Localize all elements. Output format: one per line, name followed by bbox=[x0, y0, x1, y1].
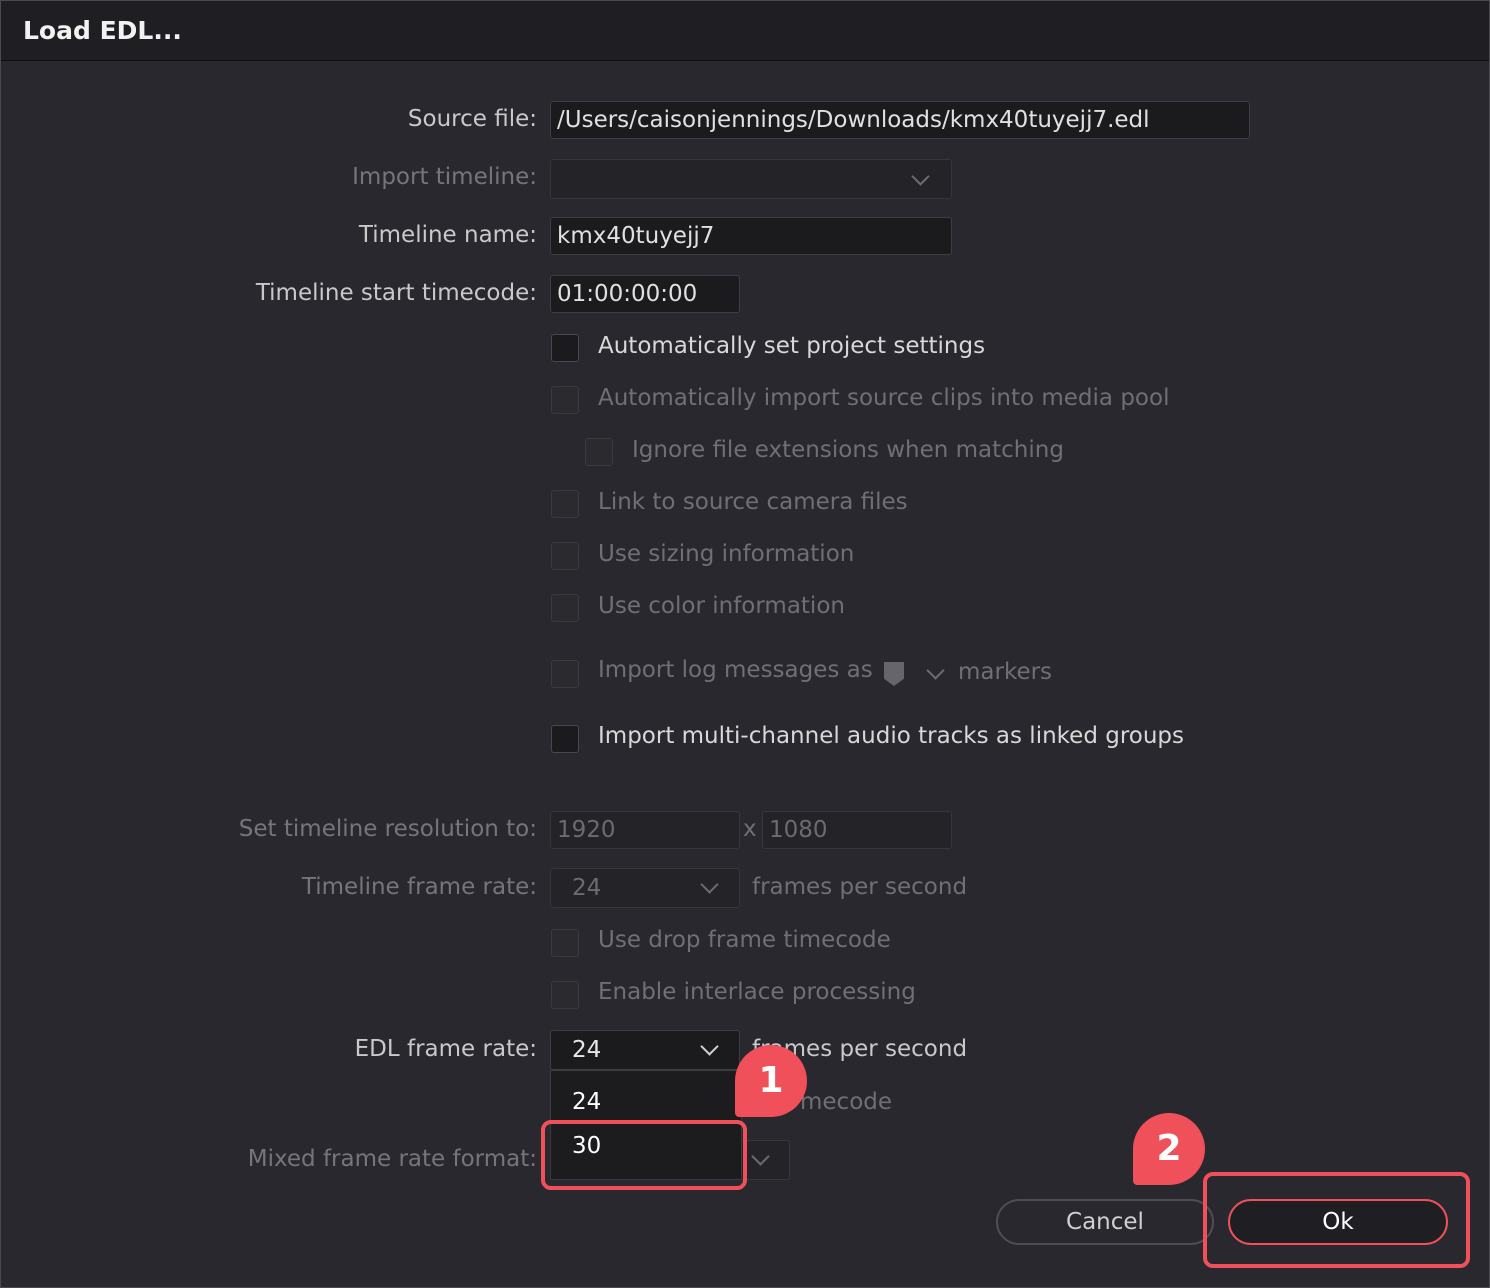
resolution-width-field[interactable]: 1920 bbox=[550, 811, 740, 849]
multichannel-audio-checkbox[interactable] bbox=[551, 725, 579, 753]
drop-frame-checkbox[interactable] bbox=[551, 929, 579, 957]
auto-import-clips-label: Automatically import source clips into m… bbox=[598, 385, 1170, 411]
source-file-field[interactable]: /Users/caisonjennings/Downloads/kmx40tuy… bbox=[550, 101, 1250, 139]
mixed-frame-rate-label: Mixed frame rate format: bbox=[247, 1146, 537, 1172]
cancel-button[interactable]: Cancel bbox=[996, 1199, 1214, 1245]
timeline-start-timecode-label: Timeline start timecode: bbox=[255, 280, 537, 306]
ignore-extensions-label: Ignore file extensions when matching bbox=[632, 437, 1064, 463]
highlight-option-30 bbox=[541, 1120, 747, 1190]
auto-project-settings-label: Automatically set project settings bbox=[598, 333, 986, 359]
edl-drop-frame-label: mecode bbox=[800, 1089, 893, 1115]
chevron-down-icon bbox=[700, 1037, 719, 1056]
markers-label: markers bbox=[958, 659, 1053, 685]
timeline-frame-rate-select[interactable]: 24 bbox=[550, 868, 740, 908]
timeline-resolution-label: Set timeline resolution to: bbox=[238, 816, 537, 842]
edl-frame-rate-select[interactable]: 24 bbox=[550, 1030, 740, 1070]
title-bar: Load EDL... bbox=[1, 1, 1489, 61]
edl-frame-rate-value: 24 bbox=[572, 1037, 602, 1063]
dialog-title: Load EDL... bbox=[23, 16, 182, 45]
resolution-height-field[interactable]: 1080 bbox=[762, 811, 952, 849]
import-timeline-select[interactable] bbox=[550, 159, 952, 199]
import-log-messages-label: Import log messages as bbox=[598, 657, 873, 683]
timeline-frame-rate-value: 24 bbox=[572, 875, 602, 901]
timeline-name-label: Timeline name: bbox=[358, 222, 537, 248]
interlace-label: Enable interlace processing bbox=[598, 979, 916, 1005]
timeline-frame-rate-label: Timeline frame rate: bbox=[301, 874, 537, 900]
drop-frame-label: Use drop frame timecode bbox=[598, 927, 891, 953]
use-color-label: Use color information bbox=[598, 593, 845, 619]
step-1-badge: 1 bbox=[735, 1045, 807, 1117]
multichannel-audio-label: Import multi-channel audio tracks as lin… bbox=[598, 723, 1185, 749]
edl-frame-rate-label: EDL frame rate: bbox=[354, 1036, 537, 1062]
use-color-checkbox[interactable] bbox=[551, 594, 579, 622]
use-sizing-checkbox[interactable] bbox=[551, 542, 579, 570]
highlight-ok-button bbox=[1203, 1172, 1470, 1268]
interlace-checkbox[interactable] bbox=[551, 981, 579, 1009]
import-log-messages-checkbox[interactable] bbox=[551, 660, 579, 688]
chevron-down-icon bbox=[700, 875, 719, 894]
import-timeline-label: Import timeline: bbox=[352, 164, 537, 190]
source-file-label: Source file: bbox=[407, 106, 537, 132]
auto-import-clips-checkbox[interactable] bbox=[551, 386, 579, 414]
chevron-down-icon bbox=[751, 1147, 770, 1166]
chevron-down-icon bbox=[911, 167, 930, 186]
timeline-name-field[interactable]: kmx40tuyejj7 bbox=[550, 217, 952, 255]
ignore-extensions-checkbox[interactable] bbox=[585, 438, 613, 466]
link-camera-files-label: Link to source camera files bbox=[598, 489, 908, 515]
use-sizing-label: Use sizing information bbox=[598, 541, 855, 567]
timeline-frame-rate-unit: frames per second bbox=[752, 874, 968, 900]
link-camera-files-checkbox[interactable] bbox=[551, 490, 579, 518]
resolution-separator: x bbox=[743, 816, 757, 842]
auto-project-settings-checkbox[interactable] bbox=[551, 334, 579, 362]
dropdown-option-24[interactable]: 24 bbox=[572, 1089, 601, 1115]
step-2-badge: 2 bbox=[1133, 1113, 1205, 1185]
timeline-start-timecode-field[interactable]: 01:00:00:00 bbox=[550, 275, 740, 313]
